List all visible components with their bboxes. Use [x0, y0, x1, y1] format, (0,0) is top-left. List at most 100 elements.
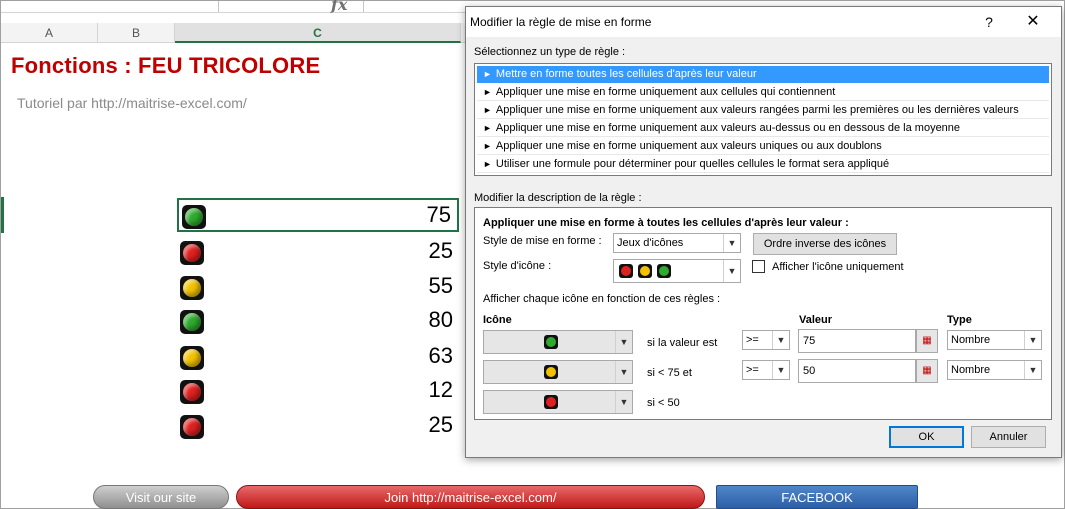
- rule-type-label: Appliquer une mise en forme uniquement a…: [495, 122, 961, 134]
- edit-formatting-rule-dialog: Modifier la règle de mise en forme ? ✕ S…: [465, 6, 1062, 458]
- yellow-light-icon: [544, 365, 558, 379]
- icon-only-label: Afficher l'icône uniquement: [772, 261, 904, 273]
- format-style-value: Jeux d'icônes: [617, 237, 684, 249]
- threshold-input[interactable]: 75: [798, 329, 916, 353]
- rule-condition-label: si < 50: [647, 397, 680, 409]
- chevron-down-icon: ▼: [772, 361, 789, 379]
- rule-type-label: Appliquer une mise en forme uniquement a…: [495, 140, 882, 152]
- rule-description-panel: Appliquer une mise en forme à toutes les…: [474, 207, 1052, 420]
- cell-value: 25: [428, 412, 453, 437]
- cell-value: 55: [428, 273, 453, 298]
- cell-value: 25: [428, 238, 453, 263]
- column-headers: A B C: [1, 23, 471, 43]
- description-heading: Appliquer une mise en forme à toutes les…: [483, 217, 849, 229]
- sheet-title[interactable]: Fonctions : FEU TRICOLORE: [11, 53, 320, 79]
- rule-type-label: Appliquer une mise en forme uniquement a…: [495, 104, 1019, 116]
- data-row[interactable]: 63: [177, 341, 459, 375]
- operator-value: >=: [746, 334, 759, 346]
- rule-condition-label: si la valeur est: [647, 337, 718, 349]
- column-header-c[interactable]: C: [175, 23, 461, 43]
- icon-rule-select[interactable]: ▼: [483, 360, 633, 384]
- reverse-icon-order-button[interactable]: Ordre inverse des icônes: [753, 233, 897, 255]
- arrow-right-icon: ►: [483, 159, 492, 169]
- rule-type-label: Mettre en forme toutes les cellules d'ap…: [495, 68, 757, 80]
- cell-value: 63: [428, 343, 453, 368]
- rule-type-item[interactable]: ► Appliquer une mise en forme uniquement …: [477, 84, 1049, 101]
- column-header-a[interactable]: A: [1, 23, 98, 43]
- visit-site-button[interactable]: Visit our site: [93, 485, 229, 509]
- dialog-titlebar: Modifier la règle de mise en forme ? ✕: [466, 7, 1061, 37]
- type-select[interactable]: Nombre ▼: [947, 330, 1042, 350]
- rule-type-label: Utiliser une formule pour déterminer pou…: [495, 158, 890, 170]
- rule-type-item[interactable]: ► Appliquer une mise en forme uniquement …: [477, 120, 1049, 137]
- rule-type-list[interactable]: ► Mettre en forme toutes les cellules d'a…: [474, 63, 1052, 176]
- data-row[interactable]: 25: [177, 410, 459, 444]
- cell-value: 12: [428, 377, 453, 402]
- chevron-down-icon: ▼: [615, 331, 632, 353]
- rule-type-item[interactable]: ► Appliquer une mise en forme uniquement …: [477, 102, 1049, 119]
- sheet-subtitle[interactable]: Tutoriel par http://maitrise-excel.com/: [17, 95, 247, 111]
- yellow-light-icon: [638, 264, 652, 278]
- arrow-right-icon: ►: [483, 123, 492, 133]
- operator-select[interactable]: >= ▼: [742, 360, 790, 380]
- data-row[interactable]: 75: [177, 198, 459, 232]
- icon-rules-label: Afficher chaque icône en fonction de ces…: [483, 293, 721, 305]
- format-style-label: Style de mise en forme :: [483, 235, 602, 247]
- value-column-header: Valeur: [799, 314, 833, 326]
- help-icon[interactable]: ?: [979, 12, 999, 32]
- cell-reference-icon[interactable]: ▦: [916, 359, 938, 383]
- red-light-icon: [544, 395, 558, 409]
- data-row[interactable]: 80: [177, 305, 459, 339]
- close-icon[interactable]: ✕: [1020, 11, 1046, 33]
- select-rule-type-label: Sélectionnez un type de règle :: [474, 46, 626, 58]
- traffic-light-icon: [180, 346, 204, 370]
- rule-condition-label: si < 75 et: [647, 367, 692, 379]
- rule-type-label: Appliquer une mise en forme uniquement a…: [495, 86, 836, 98]
- column-header-b[interactable]: B: [98, 23, 175, 43]
- icon-style-select[interactable]: ▼: [613, 259, 741, 283]
- cell-value: 75: [426, 202, 451, 227]
- traffic-light-icon: [180, 380, 204, 404]
- icon-rule-select[interactable]: ▼: [483, 330, 633, 354]
- formula-input[interactable]: [363, 1, 471, 12]
- traffic-light-icon: [180, 276, 204, 300]
- rule-type-item[interactable]: ► Mettre en forme toutes les cellules d'a…: [477, 66, 1049, 83]
- chevron-down-icon: ▼: [1024, 331, 1041, 349]
- arrow-right-icon: ►: [483, 141, 492, 151]
- arrow-right-icon: ►: [483, 69, 492, 79]
- chevron-down-icon: ▼: [723, 234, 740, 252]
- facebook-button[interactable]: FACEBOOK: [716, 485, 918, 509]
- data-row[interactable]: 55: [177, 271, 459, 305]
- cell-reference-icon[interactable]: ▦: [916, 329, 938, 353]
- data-row[interactable]: 12: [177, 375, 459, 409]
- chevron-down-icon: ▼: [1024, 361, 1041, 379]
- join-site-button[interactable]: Join http://maitrise-excel.com/: [236, 485, 705, 509]
- rule-type-item[interactable]: ► Utiliser une formule pour déterminer po…: [477, 156, 1049, 173]
- format-style-select[interactable]: Jeux d'icônes ▼: [613, 233, 741, 253]
- cell-value: 80: [428, 307, 453, 332]
- operator-select[interactable]: >= ▼: [742, 330, 790, 350]
- icon-rule-select[interactable]: ▼: [483, 390, 633, 414]
- link-buttons-bar: Visit our site Join http://maitrise-exce…: [1, 483, 1065, 509]
- fx-icon[interactable]: fx: [331, 0, 347, 14]
- arrow-right-icon: ►: [483, 105, 492, 115]
- data-row[interactable]: 25: [177, 236, 459, 270]
- green-light-icon: [657, 264, 671, 278]
- type-select[interactable]: Nombre ▼: [947, 360, 1042, 380]
- type-value: Nombre: [951, 364, 991, 376]
- threshold-input[interactable]: 50: [798, 359, 916, 383]
- dialog-title: Modifier la règle de mise en forme: [470, 15, 652, 29]
- name-box[interactable]: [1, 1, 219, 12]
- traffic-light-icon: [180, 241, 204, 265]
- cancel-button[interactable]: Annuler: [971, 426, 1046, 448]
- red-light-icon: [619, 264, 633, 278]
- icon-style-label: Style d'icône :: [483, 260, 552, 272]
- ok-button[interactable]: OK: [889, 426, 964, 448]
- icon-column-header: Icône: [483, 314, 512, 326]
- type-value: Nombre: [951, 334, 991, 346]
- rule-type-item[interactable]: ► Appliquer une mise en forme uniquement …: [477, 138, 1049, 155]
- selected-row-marker: [1, 197, 4, 233]
- traffic-light-icon: [180, 415, 204, 439]
- icon-only-checkbox[interactable]: [752, 260, 765, 273]
- chevron-down-icon: ▼: [615, 361, 632, 383]
